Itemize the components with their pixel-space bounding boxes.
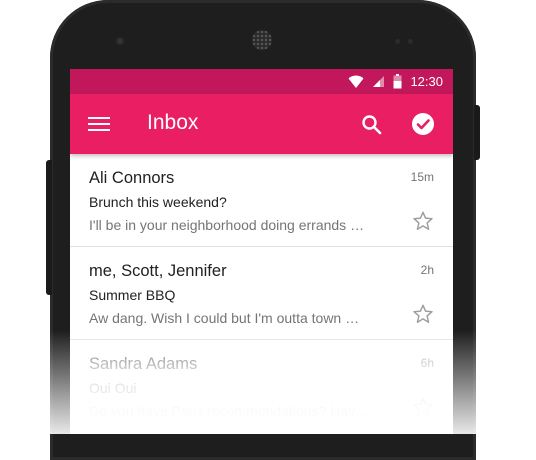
star-icon[interactable]: [412, 210, 434, 232]
phone-screen: 12:30 Inbox Ali Connors Brunch this week…: [70, 69, 453, 434]
email-item[interactable]: Ali Connors Brunch this weekend? I'll be…: [70, 154, 453, 247]
email-time: 2h: [420, 263, 434, 277]
proximity-sensor: [395, 39, 400, 44]
front-camera: [115, 36, 125, 46]
light-sensor: [408, 39, 413, 44]
search-button[interactable]: [360, 113, 384, 137]
star-icon[interactable]: [412, 303, 434, 325]
power-button: [474, 105, 480, 160]
email-list: Ali Connors Brunch this weekend? I'll be…: [70, 154, 453, 433]
earpiece-speaker: [252, 30, 272, 50]
email-sender: Sandra Adams: [89, 355, 198, 373]
email-preview: Do you have Paris recommendations? Hav…: [89, 403, 370, 419]
app-bar: Inbox: [70, 94, 453, 154]
battery-icon: [393, 74, 402, 89]
star-icon[interactable]: [412, 396, 434, 418]
email-item[interactable]: Sandra Adams Oui Oui Do you have Paris r…: [70, 340, 453, 433]
email-subject: Oui Oui: [89, 380, 137, 396]
email-item[interactable]: me, Scott, Jennifer Summer BBQ Aw dang. …: [70, 247, 453, 340]
email-time: 6h: [420, 356, 434, 370]
email-preview: I'll be in your neighborhood doing erran…: [89, 217, 365, 233]
email-sender: me, Scott, Jennifer: [89, 262, 227, 280]
email-subject: Brunch this weekend?: [89, 194, 227, 210]
email-time: 15m: [410, 170, 434, 184]
page-title: Inbox: [147, 111, 199, 134]
mark-done-button[interactable]: [411, 112, 435, 136]
menu-button[interactable]: [88, 114, 110, 134]
email-sender: Ali Connors: [89, 169, 175, 187]
wifi-icon: [348, 75, 364, 88]
check-circle-icon: [412, 113, 434, 135]
volume-button: [46, 160, 52, 295]
menu-icon: [88, 117, 110, 131]
email-preview: Aw dang. Wish I could but I'm outta town…: [89, 310, 360, 326]
search-icon: [362, 115, 382, 135]
signal-icon: [373, 76, 385, 87]
email-subject: Summer BBQ: [89, 287, 176, 303]
status-time: 12:30: [410, 74, 443, 89]
status-bar: 12:30: [70, 69, 453, 94]
